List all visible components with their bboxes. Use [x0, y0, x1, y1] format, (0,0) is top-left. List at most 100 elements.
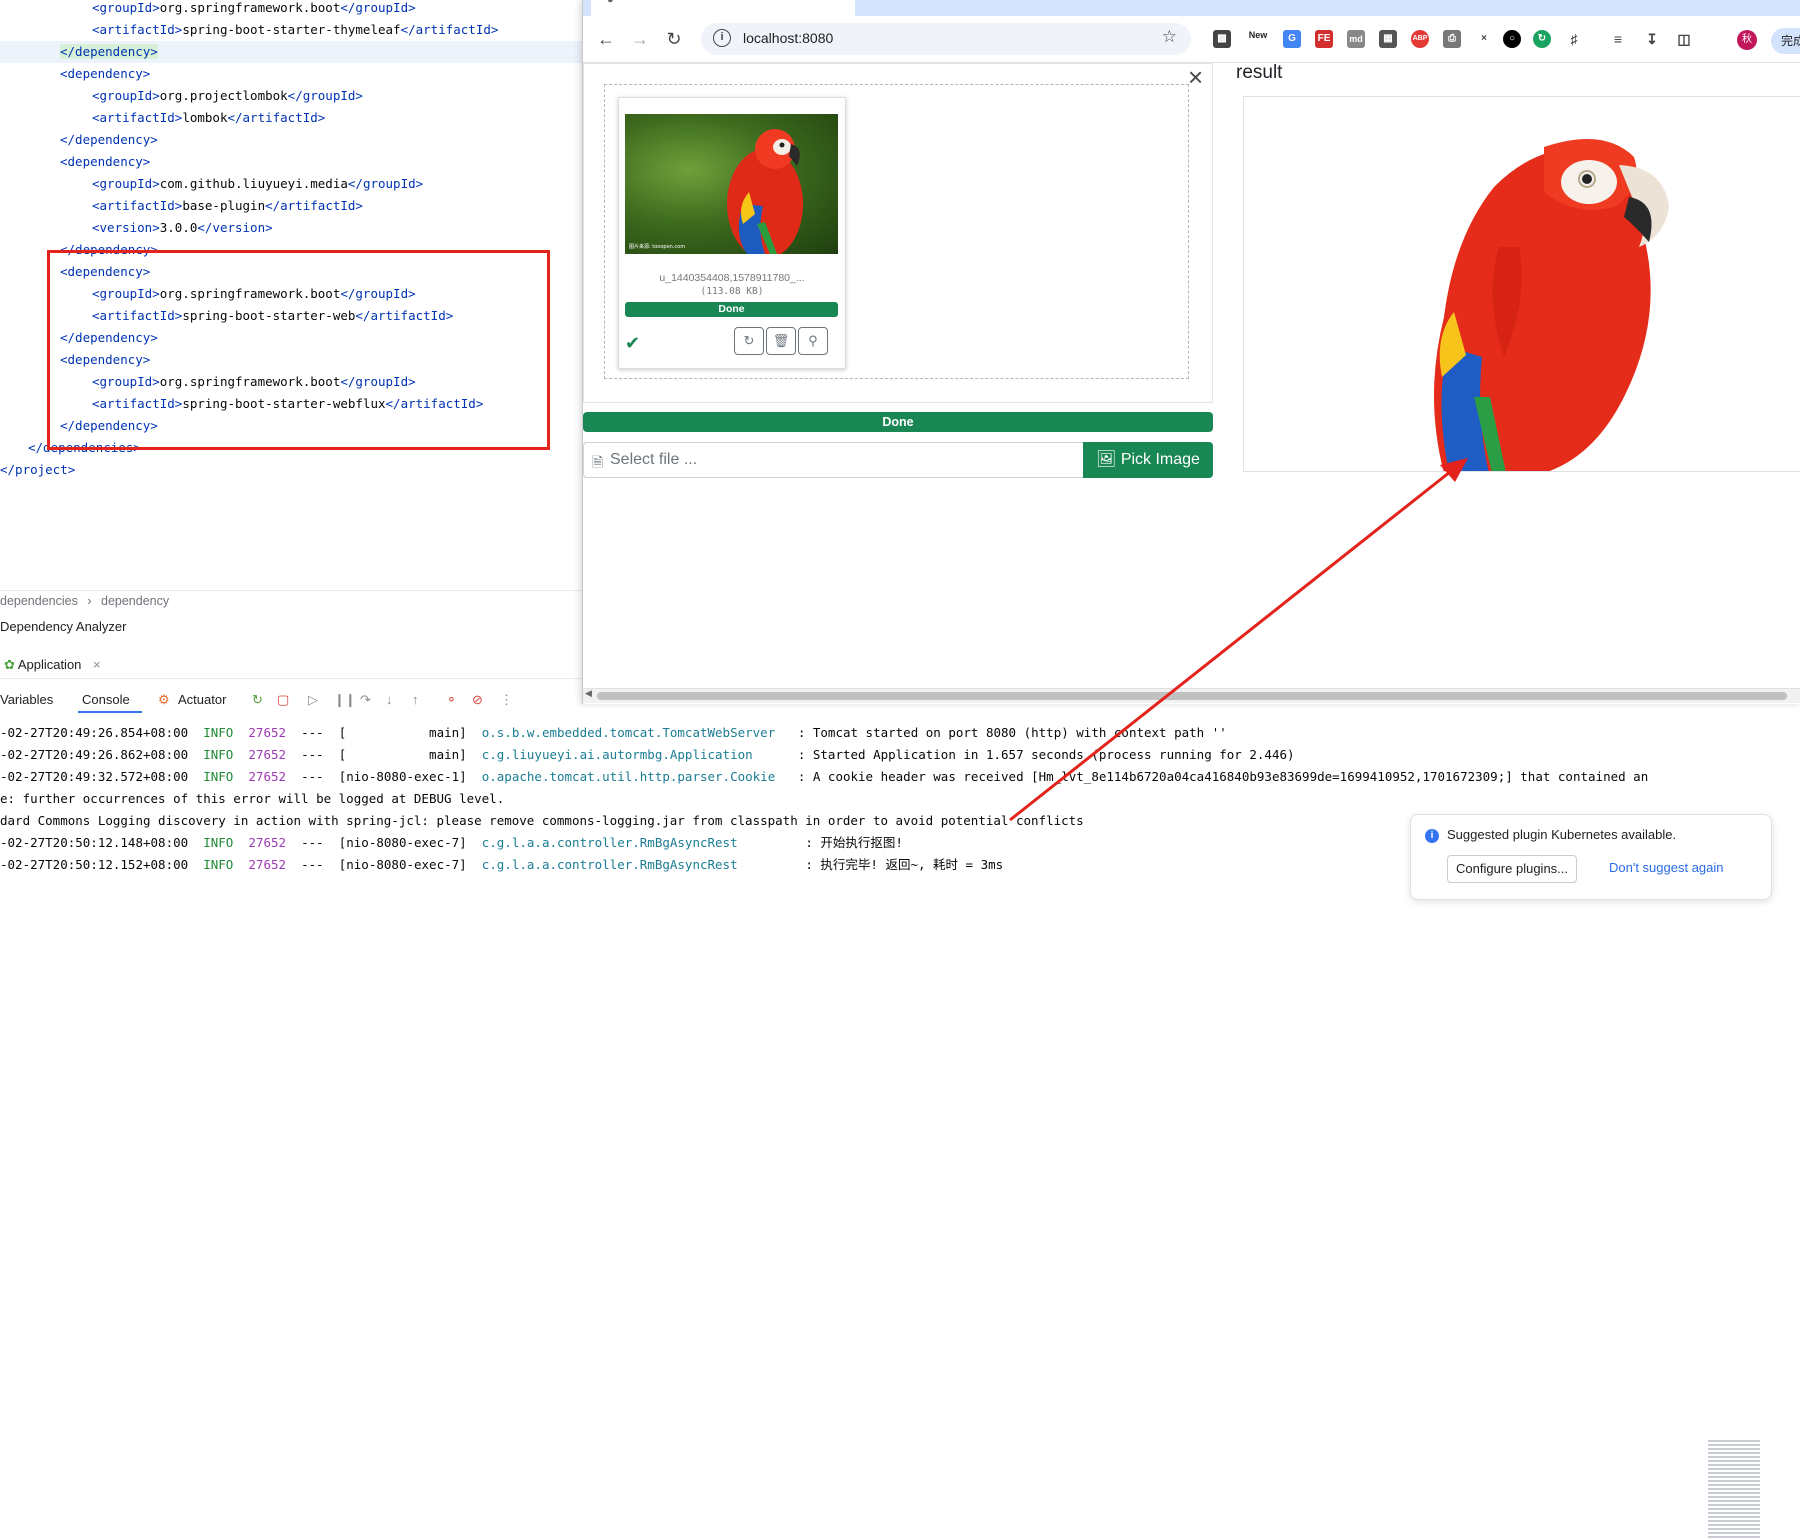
- pause-icon[interactable]: ❙❙: [334, 692, 356, 708]
- resume-icon[interactable]: ▷: [308, 692, 318, 708]
- log-thread: [nio-8080-exec-1]: [338, 769, 467, 784]
- breadcrumb-separator: ›: [87, 594, 92, 608]
- code-line: <groupId>org.projectlombok</groupId>: [0, 85, 363, 107]
- horizontal-scrollbar[interactable]: ◀: [583, 688, 1800, 703]
- log-logger: c.g.liuyueyi.ai.autormbg.Application: [481, 747, 783, 762]
- xml-tag-open: <artifactId>: [92, 110, 183, 125]
- thumb-watermark: 图片来源: tooopen.com: [629, 243, 685, 250]
- file-size: (113.08 KB): [700, 286, 764, 297]
- spring-leaf-icon: ✿: [4, 657, 15, 672]
- xml-tag-open: </project>: [0, 462, 76, 477]
- log-separator: ---: [301, 747, 324, 762]
- tab-console-underline: [78, 711, 142, 713]
- mute-breakpoints-icon[interactable]: ⊘: [472, 692, 483, 708]
- xml-tag-close: </artifactId>: [400, 22, 499, 37]
- xml-tag-close: </groupId>: [340, 0, 416, 15]
- xml-value: org.projectlombok: [159, 88, 288, 103]
- log-pid: 27652: [248, 747, 287, 762]
- code-line: <artifactId>spring-boot-starter-thymelea…: [0, 19, 498, 41]
- scroll-left-arrow-icon[interactable]: ◀: [585, 688, 592, 699]
- step-over-icon[interactable]: ↷: [360, 692, 371, 708]
- file-progress-bar: Done: [625, 302, 838, 317]
- zoom-icon[interactable]: ⚲: [798, 327, 828, 355]
- log-pid: 27652: [248, 769, 287, 784]
- breakpoints-icon[interactable]: ⚬: [446, 692, 457, 708]
- log-timestamp: -02-27T20:49:26.854+08:00: [0, 725, 189, 740]
- xml-tag-open: <groupId>: [92, 88, 160, 103]
- log-timestamp: -02-27T20:49:26.862+08:00: [0, 747, 189, 762]
- log-logger: c.g.l.a.a.controller.RmBgAsyncRest: [481, 857, 791, 872]
- xml-tag-open: <groupId>: [92, 0, 160, 15]
- log-level: INFO: [203, 835, 234, 850]
- trash-icon[interactable]: 🗑: [766, 327, 796, 355]
- scrollbar-thumb[interactable]: [597, 692, 1787, 700]
- plugin-suggestion-notification: i Suggested plugin Kubernetes available.…: [1410, 814, 1772, 900]
- xml-tag-close: </groupId>: [287, 88, 363, 103]
- code-line: </project>: [0, 459, 75, 481]
- xml-tag-close: </version>: [197, 220, 273, 235]
- result-heading: result: [1236, 62, 1283, 83]
- xml-tag-open: </dependency>: [60, 132, 158, 147]
- log-separator: ---: [301, 725, 324, 740]
- log-text: dard Commons Logging discovery in action…: [0, 813, 1084, 828]
- xml-value: com.github.liuyueyi.media: [159, 176, 348, 191]
- parrot-cutout-svg: [1434, 139, 1669, 471]
- xml-tag-open: <artifactId>: [92, 22, 183, 37]
- browser-window: ● ← → ↻ i localhost:8080 ☆ ▩ New G FE md…: [582, 0, 1800, 704]
- configure-plugins-button[interactable]: Configure plugins...: [1447, 855, 1578, 883]
- dont-suggest-link[interactable]: Don't suggest again: [1609, 860, 1724, 875]
- info-icon: i: [1425, 829, 1439, 843]
- log-logger: c.g.l.a.a.controller.RmBgAsyncRest: [481, 835, 791, 850]
- dependency-analyzer-tab[interactable]: Dependency Analyzer: [0, 614, 126, 640]
- log-text: e: further occurrences of this error wil…: [0, 791, 505, 806]
- log-pid: 27652: [248, 835, 287, 850]
- step-into-icon[interactable]: ↓: [386, 692, 393, 707]
- file-preview-card: 图片来源: tooopen.com u_1440354408,157891178…: [618, 97, 846, 369]
- breadcrumb-item-dependency[interactable]: dependency: [101, 591, 169, 612]
- pick-image-label: Pick Image: [1120, 451, 1200, 468]
- parrot-thumbnail-svg: 图片来源: tooopen.com: [629, 129, 803, 254]
- more-icon[interactable]: ⋮: [500, 692, 513, 708]
- retry-icon[interactable]: ↻: [734, 327, 764, 355]
- file-caption-input[interactable]: 🗎 Select file ...: [583, 442, 1083, 478]
- run-toolbar: Variables Console ⚙ Actuator ↻ ▢ ▷ ❙❙ ↷ …: [0, 689, 580, 713]
- tab-console[interactable]: Console: [82, 692, 130, 707]
- rerun-icon[interactable]: ↻: [252, 692, 263, 708]
- run-tab-label: Application: [17, 657, 82, 672]
- log-logger: o.apache.tomcat.util.http.parser.Cookie: [481, 769, 783, 784]
- log-timestamp: -02-27T20:50:12.152+08:00: [0, 857, 189, 872]
- close-icon[interactable]: ×: [1188, 64, 1203, 90]
- highlight-box-web-dependencies: [47, 250, 550, 450]
- code-line: <version>3.0.0</version>: [0, 217, 273, 239]
- log-level: INFO: [203, 857, 234, 872]
- run-tab-application[interactable]: ✿ Application ×: [4, 654, 101, 676]
- xml-tag-open: <groupId>: [92, 176, 160, 191]
- breadcrumb-item-dependencies[interactable]: dependencies: [0, 591, 78, 612]
- log-thread: [nio-8080-exec-7]: [338, 835, 467, 850]
- log-separator: ---: [301, 835, 324, 850]
- log-separator: ---: [301, 769, 324, 784]
- tab-variables[interactable]: Variables: [0, 692, 53, 707]
- xml-value: org.springframework.boot: [159, 0, 341, 15]
- xml-tag-open: </dependency>: [60, 44, 158, 59]
- file-placeholder: Select file ...: [610, 451, 698, 468]
- result-image: [1243, 96, 1800, 472]
- log-line: e: further occurrences of this error wil…: [0, 788, 504, 810]
- log-level: INFO: [203, 769, 234, 784]
- breadcrumb: dependencies › dependency: [0, 590, 582, 612]
- log-pid: 27652: [248, 857, 287, 872]
- file-name: u_1440354408,1578911780_...: [659, 272, 805, 284]
- step-out-icon[interactable]: ↑: [412, 692, 419, 707]
- close-icon[interactable]: ×: [93, 657, 101, 672]
- xml-tag-open: <dependency>: [60, 154, 151, 169]
- tab-actuator[interactable]: Actuator: [178, 692, 226, 707]
- pick-image-button[interactable]: 🖼 Pick Image: [1083, 442, 1213, 478]
- log-line: -02-27T20:49:26.854+08:00 INFO 27652 ---…: [0, 722, 1227, 744]
- log-message: : Started Application in 1.657 seconds (…: [790, 747, 1295, 762]
- xml-tag-open: <dependency>: [60, 66, 151, 81]
- code-line: <groupId>org.springframework.boot</group…: [0, 0, 416, 19]
- code-editor[interactable]: <groupId>org.springframework.boot</group…: [0, 0, 642, 590]
- stop-icon[interactable]: ▢: [277, 692, 289, 708]
- console-minimap: [1708, 1440, 1760, 1540]
- log-separator: ---: [301, 857, 324, 872]
